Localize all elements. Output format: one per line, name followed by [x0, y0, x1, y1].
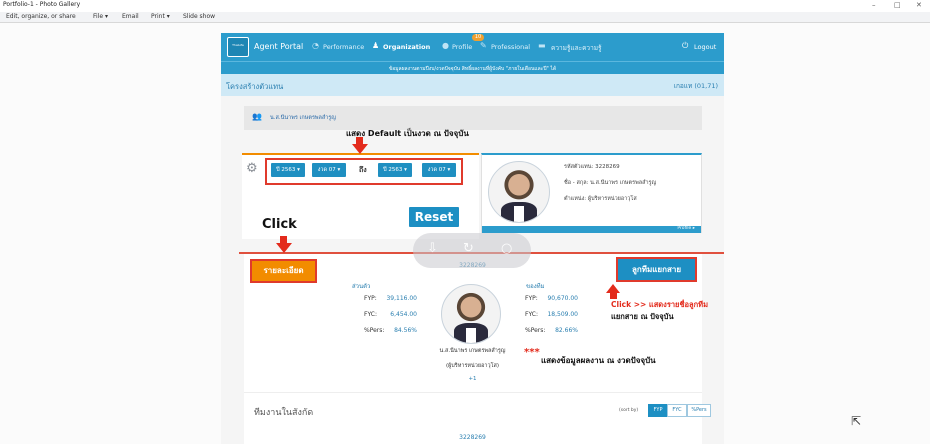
nav-professional[interactable]: Professional	[491, 43, 530, 51]
profile-link[interactable]: Profile ▸	[677, 226, 695, 231]
avatar-shirt	[514, 206, 524, 222]
pers-value-left: 84.56%	[394, 327, 417, 334]
profile-name: ชื่อ - สกุล: น.ส.นีนาพร เกษตรพลสำรูญ	[564, 180, 657, 186]
gear-icon[interactable]: ⚙	[246, 161, 258, 176]
click-note-1-text: Click >> แสดงรายชื่อลูกทีม	[611, 300, 709, 309]
top-navbar: ThaiLife Agent Portal ◔ Performance ♟ Or…	[221, 33, 724, 61]
nav-knowledge[interactable]: ความรู้และความรู้	[551, 43, 602, 53]
fyp-label-right: FYP:	[525, 295, 538, 302]
performance-note: แสดงข้อมูลผลงาน ณ งวดปัจจุบัน	[541, 356, 656, 365]
year-from-select[interactable]: ปี 2563 ▾	[271, 163, 305, 177]
fyc-value-left: 6,454.00	[390, 311, 417, 318]
logo-text: ThaiLife	[232, 43, 244, 47]
sort-label: (sort by)	[619, 408, 639, 413]
profile-position: ตำแหน่ง: ผู้บริหารหน่วยอาวุโส	[564, 196, 637, 202]
agent-name[interactable]: น.ส.นีนาพร เกษตรพลสำรูญ	[270, 114, 336, 122]
default-note: แสดง Default เป็นงวด ณ ปัจจุบัน	[346, 129, 469, 138]
fyp-value-left: 39,116.00	[386, 295, 417, 302]
sort-fyp-button[interactable]: FYP	[648, 404, 668, 417]
sort-fyc-button[interactable]: FYC	[667, 404, 687, 417]
click-label: Click	[262, 217, 297, 232]
expand-count[interactable]: +1	[221, 376, 724, 382]
announcement-bar: ข้อมูลผลงานตามปีงบ/งวดปัจจุบัน สิทธิ์ผลง…	[221, 61, 724, 74]
section-title: โครงสร้างตัวแทน	[226, 82, 284, 91]
gallery-menubar: Edit, organize, or share File ▾ Email Pr…	[0, 12, 930, 23]
brand-title[interactable]: Agent Portal	[254, 42, 303, 51]
logout-link[interactable]: Logout	[694, 43, 716, 51]
team-code: 3228269	[459, 434, 486, 441]
fyc-label-left: FYC:	[364, 311, 377, 318]
click-note-1: Click >> แสดงรายชื่อลูกทีม	[611, 299, 708, 311]
group-icon: 👥	[252, 112, 262, 121]
period-to-select[interactable]: งวด 07 ▾	[422, 163, 456, 177]
minimize-button[interactable]: –	[872, 0, 876, 10]
profile-icon: ●	[442, 41, 449, 50]
profile-footer[interactable]: Profile ▸	[482, 226, 701, 233]
pin-icon[interactable]: ⇩	[427, 241, 438, 256]
mouse-cursor-icon: ⇱	[851, 414, 862, 428]
player-overlay: ⇩ ↻ ○	[413, 233, 531, 268]
click-arrow-stem	[280, 236, 287, 243]
year-to-select[interactable]: ปี 2563 ▾	[378, 163, 412, 177]
section-header: โครงสร้างตัวแทน เกอแท (01,71)	[221, 74, 724, 96]
nav-profile[interactable]: Profile	[452, 43, 472, 51]
team-header: ของทีม	[526, 283, 545, 290]
nav-organization[interactable]: Organization	[383, 43, 430, 51]
notification-badge: 10	[472, 34, 484, 41]
fyp-label-left: FYP:	[364, 295, 377, 302]
click-note-2: แยกสาย ณ ปัจจุบัน	[611, 312, 674, 321]
period-from-select[interactable]: งวด 07 ▾	[312, 163, 346, 177]
window-title: Portfolio-1 - Photo Gallery	[3, 1, 81, 8]
section-code: เกอแท (01,71)	[673, 82, 718, 90]
menu-file[interactable]: File ▾	[93, 13, 108, 20]
fyp-value-right: 90,670.00	[547, 295, 578, 302]
reset-button[interactable]: Reset	[409, 207, 459, 227]
profile-card: รหัสตัวแทน: 3228269 ชื่อ - สกุล: น.ส.นีน…	[481, 153, 702, 233]
default-arrow-stem	[356, 137, 363, 144]
fyc-label-right: FYC:	[525, 311, 538, 318]
agent-avatar	[488, 161, 550, 223]
replay-icon[interactable]: ↻	[463, 241, 474, 256]
center-avatar-shirt	[466, 327, 476, 343]
circle-icon[interactable]: ○	[501, 241, 512, 256]
menu-slideshow[interactable]: Slide show	[183, 13, 215, 20]
sort-pers-button[interactable]: %Pers	[687, 404, 711, 417]
fyc-value-right: 18,509.00	[547, 311, 578, 318]
menu-email[interactable]: Email	[122, 13, 139, 20]
personal-header: ส่วนตัว	[352, 283, 371, 290]
menu-print[interactable]: Print ▾	[151, 13, 170, 20]
professional-icon: ✎	[480, 41, 487, 50]
profile-code: รหัสตัวแทน: 3228269	[564, 164, 620, 170]
detail-button[interactable]: รายละเอียด	[250, 259, 317, 283]
company-logo[interactable]: ThaiLife	[227, 37, 249, 57]
downline-arrow-head	[606, 284, 620, 293]
pers-value-right: 82.66%	[555, 327, 578, 334]
announcement-text: ข้อมูลผลงานตามปีงบ/งวดปัจจุบัน สิทธิ์ผลง…	[388, 66, 557, 72]
close-button[interactable]: ✕	[916, 0, 922, 10]
to-label: ถึง	[359, 166, 367, 174]
menu-edit[interactable]: Edit, organize, or share	[6, 13, 76, 20]
nav-performance[interactable]: Performance	[323, 43, 364, 51]
downline-button[interactable]: ลูกทีมแยกสาย	[616, 257, 697, 282]
power-icon: ⏻	[682, 41, 689, 50]
agent-bar: 👥 น.ส.นีนาพร เกษตรพลสำรูญ	[244, 106, 702, 130]
center-avatar[interactable]	[441, 284, 501, 344]
click-arrow-head	[276, 243, 292, 253]
window-titlebar: Portfolio-1 - Photo Gallery – □ ✕	[0, 0, 930, 12]
chat-icon: ▬	[538, 41, 546, 50]
stars-marker: ***	[524, 347, 540, 358]
organization-icon: ♟	[372, 41, 380, 50]
default-arrow-head	[352, 144, 368, 154]
performance-icon: ◔	[312, 41, 319, 50]
maximize-button[interactable]: □	[894, 0, 901, 10]
team-heading: ทีมงานในสังกัด	[254, 408, 314, 418]
